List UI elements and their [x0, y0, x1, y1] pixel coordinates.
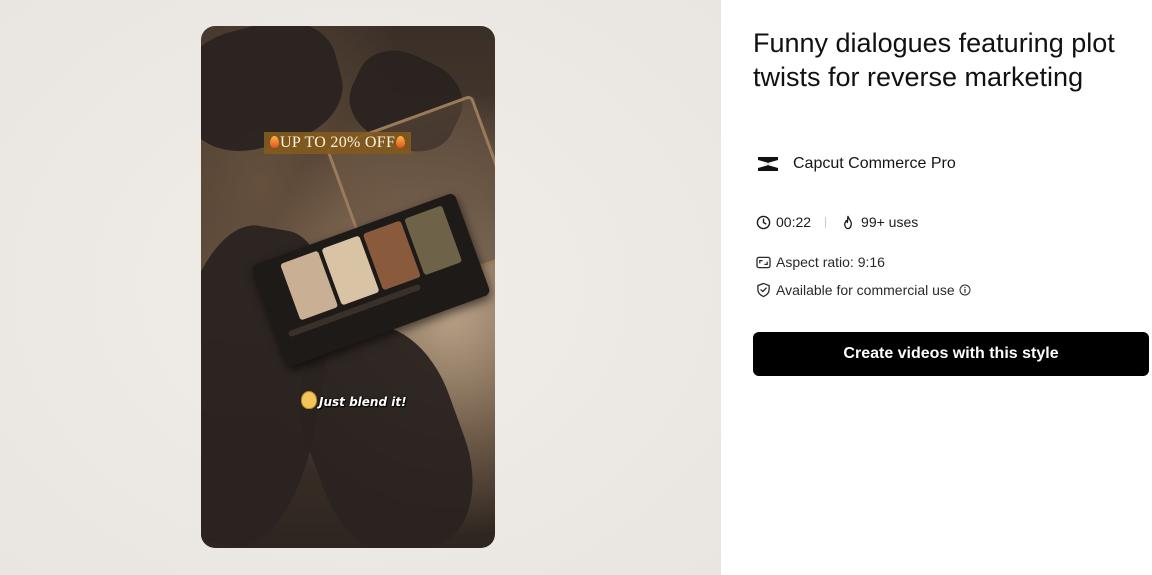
video-preview[interactable]: UP TO 20% OFF Just blend it!: [201, 26, 495, 548]
shield-check-icon: [755, 282, 771, 298]
promo-badge: UP TO 20% OFF: [264, 132, 412, 154]
preview-panel: UP TO 20% OFF Just blend it!: [0, 0, 721, 575]
commercial-use-text: Available for commercial use: [776, 282, 955, 298]
capcut-logo-icon: [755, 153, 781, 175]
promo-text: UP TO 20% OFF: [280, 134, 396, 151]
duration: 00:22: [776, 214, 812, 230]
fire-icon: [270, 136, 279, 148]
author-row[interactable]: Capcut Commerce Pro: [755, 152, 956, 176]
aspect-ratio-icon: [755, 254, 771, 270]
template-detail-page: UP TO 20% OFF Just blend it! Funny dialo…: [0, 0, 1152, 575]
template-title: Funny dialogues featuring plot twists fo…: [753, 28, 1115, 92]
create-videos-button[interactable]: Create videos with this style: [753, 332, 1149, 376]
fire-icon: [396, 136, 406, 148]
usage-count: 99+ uses: [861, 214, 919, 230]
face-emoji-icon: [301, 391, 317, 409]
aspect-ratio-row: Aspect ratio: 9:16: [755, 252, 885, 272]
author-name[interactable]: Capcut Commerce Pro: [793, 155, 956, 173]
clock-icon: [755, 214, 771, 230]
info-icon[interactable]: [959, 284, 971, 296]
flame-icon: [840, 214, 856, 230]
stats-row: 00:22 99+ uses: [755, 212, 918, 232]
caption-text: Just blend it!: [319, 395, 407, 409]
stats-divider: [825, 216, 827, 228]
commercial-use-row: Available for commercial use: [755, 280, 971, 300]
info-panel: Funny dialogues featuring plot twists fo…: [721, 0, 1152, 575]
aspect-ratio-text: Aspect ratio: 9:16: [776, 254, 885, 270]
video-caption: Just blend it!: [301, 391, 407, 409]
